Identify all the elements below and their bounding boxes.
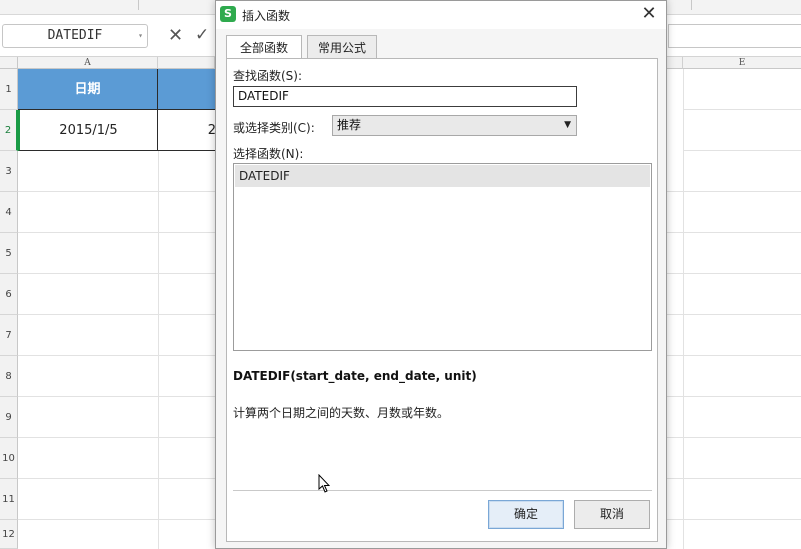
dialog-divider	[233, 490, 652, 491]
close-icon[interactable]: ✕	[638, 3, 660, 25]
insert-function-dialog: S 插入函数 ✕ 全部函数 常用公式 查找函数(S): DATEDIF 或选择类…	[215, 0, 667, 549]
grid-line	[683, 150, 801, 151]
tab-panel: 查找函数(S): DATEDIF 或选择类别(C): 推荐 ▼ 选择函数(N):…	[226, 58, 658, 542]
mouse-pointer-icon	[318, 474, 330, 493]
row-header-8[interactable]: 8	[0, 356, 18, 397]
cell-a1-header[interactable]: 日期	[18, 69, 158, 110]
row-header-2[interactable]: 2	[0, 110, 18, 151]
grid-line	[683, 109, 801, 110]
function-signature: DATEDIF(start_date, end_date, unit)	[233, 369, 477, 383]
row-header-7[interactable]: 7	[0, 315, 18, 356]
select-function-label: 选择函数(N):	[233, 147, 304, 161]
search-function-label: 查找函数(S):	[233, 69, 303, 83]
toolbar-separator	[138, 0, 139, 10]
category-select[interactable]: 推荐 ▼	[332, 115, 577, 136]
dropdown-arrow-icon[interactable]: ▼	[564, 116, 571, 135]
chevron-down-icon[interactable]: ▾	[138, 25, 143, 47]
column-header-a[interactable]: A	[18, 57, 158, 69]
row-header-6[interactable]: 6	[0, 274, 18, 315]
dialog-title: 插入函数	[242, 9, 291, 23]
tab-common-formulas[interactable]: 常用公式	[307, 35, 377, 59]
column-header-d[interactable]	[667, 57, 683, 69]
grid-line	[683, 69, 684, 549]
cell-a2-selected[interactable]: 2015/1/5	[18, 110, 158, 151]
name-box-value: DATEDIF	[47, 28, 103, 43]
dialog-titlebar[interactable]: S 插入函数 ✕	[216, 1, 666, 29]
category-label: 或选择类别(C):	[233, 121, 315, 135]
function-list[interactable]: DATEDIF	[233, 163, 652, 351]
column-header-e[interactable]: E	[683, 57, 801, 69]
ok-button[interactable]: 确定	[488, 500, 564, 529]
confirm-formula-icon[interactable]: ✓	[195, 25, 209, 45]
dialog-body: 全部函数 常用公式 查找函数(S): DATEDIF 或选择类别(C): 推荐 …	[216, 29, 666, 548]
formula-input[interactable]	[668, 24, 801, 48]
list-item[interactable]: DATEDIF	[235, 165, 650, 187]
row-header-5[interactable]: 5	[0, 233, 18, 274]
cancel-button[interactable]: 取消	[574, 500, 650, 529]
function-description: 计算两个日期之间的天数、月数或年数。	[233, 406, 450, 420]
tab-all-functions[interactable]: 全部函数	[226, 35, 302, 60]
category-selected-value: 推荐	[337, 118, 362, 132]
cell-b2[interactable]: 2	[158, 110, 216, 151]
row-header-9[interactable]: 9	[0, 397, 18, 438]
column-header-b[interactable]	[158, 57, 215, 69]
search-function-input[interactable]: DATEDIF	[233, 86, 577, 107]
name-box[interactable]: DATEDIF ▾	[2, 24, 148, 48]
app-logo-icon: S	[220, 6, 236, 22]
row-header-3[interactable]: 3	[0, 151, 18, 192]
cancel-formula-icon[interactable]: ✕	[168, 25, 183, 46]
row-header-10[interactable]: 10	[0, 438, 18, 479]
row-header-11[interactable]: 11	[0, 479, 18, 520]
row-header-12[interactable]: 12	[0, 520, 18, 549]
toolbar-separator	[691, 0, 692, 10]
row-header-1[interactable]: 1	[0, 69, 18, 110]
row-header-4[interactable]: 4	[0, 192, 18, 233]
cell-b1-header[interactable]	[158, 69, 216, 110]
select-all-corner[interactable]	[0, 57, 18, 69]
